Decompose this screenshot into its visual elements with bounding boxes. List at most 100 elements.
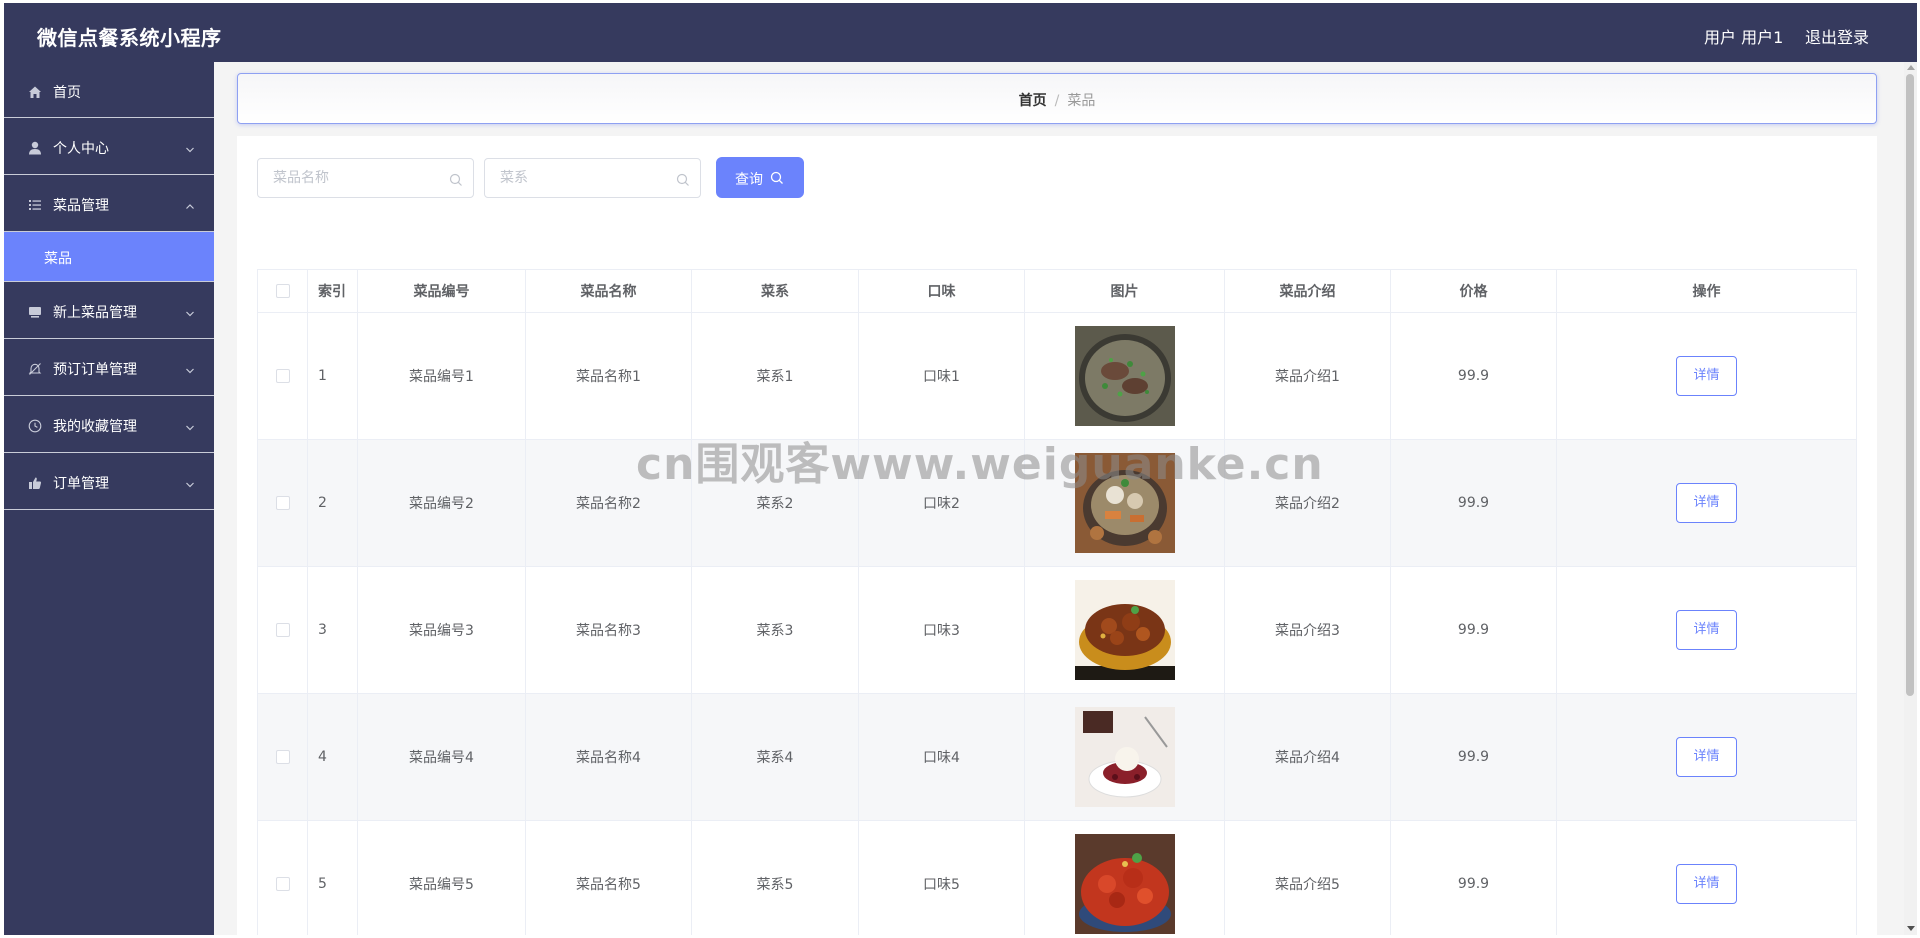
cuisine-input[interactable] <box>485 159 700 197</box>
name-cell: 菜品名称2 <box>525 439 692 567</box>
sidebar-item-label: 订单管理 <box>53 476 109 492</box>
search-icon <box>770 171 784 185</box>
taste-cell: 口味1 <box>858 312 1025 440</box>
chevron-down-icon <box>185 361 195 374</box>
index-cell: 5 <box>307 820 358 935</box>
chevron-down-icon <box>185 304 195 317</box>
sidebar-item-favorites-management[interactable]: 我的收藏管理 <box>4 396 214 453</box>
sidebar-subitem-dishes[interactable]: 菜品 <box>4 232 214 282</box>
taste-cell: 口味3 <box>858 566 1025 694</box>
vertical-scrollbar[interactable] <box>1904 62 1917 935</box>
crayfish-image <box>1074 834 1175 934</box>
index-cell: 2 <box>307 439 358 567</box>
breadcrumb-current: 菜品 <box>1067 93 1096 109</box>
cuisine-cell: 菜系1 <box>691 312 859 440</box>
sidebar-item-reservation-management[interactable]: 预订订单管理 <box>4 339 214 396</box>
app-title: 微信点餐系统小程序 <box>37 26 222 50</box>
row-checkbox[interactable] <box>275 750 290 764</box>
dish-name-input[interactable] <box>258 159 473 197</box>
row-select-cell <box>257 693 308 821</box>
row-select-cell <box>257 312 308 440</box>
detail-button[interactable]: 详情 <box>1676 737 1737 777</box>
table-row: 5 菜品编号5 菜品名称5 菜系5 口味5 菜品介绍5 99.9 详情 <box>257 820 1857 935</box>
user-icon <box>28 140 42 155</box>
name-cell: 菜品名称4 <box>525 693 692 821</box>
sidebar-item-label: 菜品管理 <box>53 198 109 214</box>
cuisine-cell: 菜系3 <box>691 566 859 694</box>
stew-pot-image <box>1074 453 1175 553</box>
sidebar-item-dish-management[interactable]: 菜品管理 <box>4 175 214 232</box>
index-cell: 3 <box>307 566 358 694</box>
top-header: 微信点餐系统小程序 用户 用户1 退出登录 <box>4 3 1917 62</box>
monitor-icon <box>28 304 42 318</box>
table-header-row: 索引 菜品编号 菜品名称 菜系 口味 图片 菜品介绍 价格 操作 <box>257 269 1857 313</box>
intro-cell: 菜品介绍4 <box>1224 693 1391 821</box>
row-checkbox[interactable] <box>275 623 290 637</box>
column-header-price: 价格 <box>1390 269 1557 313</box>
actions-cell: 详情 <box>1556 439 1857 567</box>
sidebar-item-home[interactable]: 首页 <box>4 62 214 118</box>
intro-cell: 菜品介绍2 <box>1224 439 1391 567</box>
app-frame: 微信点餐系统小程序 用户 用户1 退出登录 首页 个人中心 菜品管理 菜品 新上… <box>4 3 1917 935</box>
image-cell <box>1024 693 1225 821</box>
row-checkbox[interactable] <box>275 369 290 383</box>
column-header-code: 菜品编号 <box>357 269 526 313</box>
sidebar-item-label: 新上菜品管理 <box>53 305 137 321</box>
sidebar-item-personal-center[interactable]: 个人中心 <box>4 118 214 175</box>
row-checkbox[interactable] <box>275 877 290 891</box>
taste-cell: 口味5 <box>858 820 1025 935</box>
sidebar-item-label: 个人中心 <box>53 141 109 157</box>
code-cell: 菜品编号1 <box>357 312 526 440</box>
column-header-actions: 操作 <box>1556 269 1857 313</box>
cuisine-cell: 菜系5 <box>691 820 859 935</box>
select-all-checkbox[interactable] <box>275 284 290 298</box>
scroll-thumb[interactable] <box>1906 74 1914 696</box>
index-cell: 1 <box>307 312 358 440</box>
detail-button[interactable]: 详情 <box>1676 610 1737 650</box>
logout-link[interactable]: 退出登录 <box>1805 24 1869 48</box>
name-cell: 菜品名称5 <box>525 820 692 935</box>
detail-button[interactable]: 详情 <box>1676 864 1737 904</box>
detail-button[interactable]: 详情 <box>1676 483 1737 523</box>
sidebar-item-label: 我的收藏管理 <box>53 419 137 435</box>
detail-button[interactable]: 详情 <box>1676 356 1737 396</box>
breadcrumb-home[interactable]: 首页 <box>1019 93 1047 109</box>
braised-chicken-image <box>1074 580 1175 680</box>
content-panel: 查询 索引 菜品编号 菜品名称 菜系 口味 <box>237 136 1877 935</box>
price-cell: 99.9 <box>1390 820 1557 935</box>
sidebar-item-order-management[interactable]: 订单管理 <box>4 453 214 510</box>
actions-cell: 详情 <box>1556 566 1857 694</box>
name-cell: 菜品名称3 <box>525 566 692 694</box>
sidebar-item-label: 预订订单管理 <box>53 362 137 378</box>
image-cell <box>1024 820 1225 935</box>
column-header-index: 索引 <box>307 269 358 313</box>
actions-cell: 详情 <box>1556 312 1857 440</box>
sidebar: 首页 个人中心 菜品管理 菜品 新上菜品管理 预订订单管理 我的收藏管理 订单管… <box>4 62 214 935</box>
select-all-header <box>257 269 308 313</box>
taste-cell: 口味2 <box>858 439 1025 567</box>
query-button[interactable]: 查询 <box>716 157 804 198</box>
intro-cell: 菜品介绍1 <box>1224 312 1391 440</box>
code-cell: 菜品编号2 <box>357 439 526 567</box>
scroll-down-arrow-icon[interactable] <box>1907 926 1915 931</box>
dish-name-search-field <box>257 158 474 198</box>
soup-bowl-image <box>1074 326 1175 426</box>
image-cell <box>1024 566 1225 694</box>
chevron-down-icon <box>185 140 195 153</box>
column-header-intro: 菜品介绍 <box>1224 269 1391 313</box>
scroll-up-arrow-icon[interactable] <box>1907 65 1915 70</box>
clock-icon <box>28 418 42 433</box>
table-row: 2 菜品编号2 菜品名称2 菜系2 口味2 菜品介绍2 99.9 详情 <box>257 439 1857 567</box>
code-cell: 菜品编号3 <box>357 566 526 694</box>
sidebar-item-new-dish-management[interactable]: 新上菜品管理 <box>4 282 214 339</box>
actions-cell: 详情 <box>1556 693 1857 821</box>
actions-cell: 详情 <box>1556 820 1857 935</box>
dessert-image <box>1074 707 1175 807</box>
chevron-down-icon <box>185 418 195 431</box>
column-header-image: 图片 <box>1024 269 1225 313</box>
intro-cell: 菜品介绍3 <box>1224 566 1391 694</box>
cuisine-cell: 菜系2 <box>691 439 859 567</box>
intro-cell: 菜品介绍5 <box>1224 820 1391 935</box>
cuisine-search-field <box>484 158 701 198</box>
row-checkbox[interactable] <box>275 496 290 510</box>
